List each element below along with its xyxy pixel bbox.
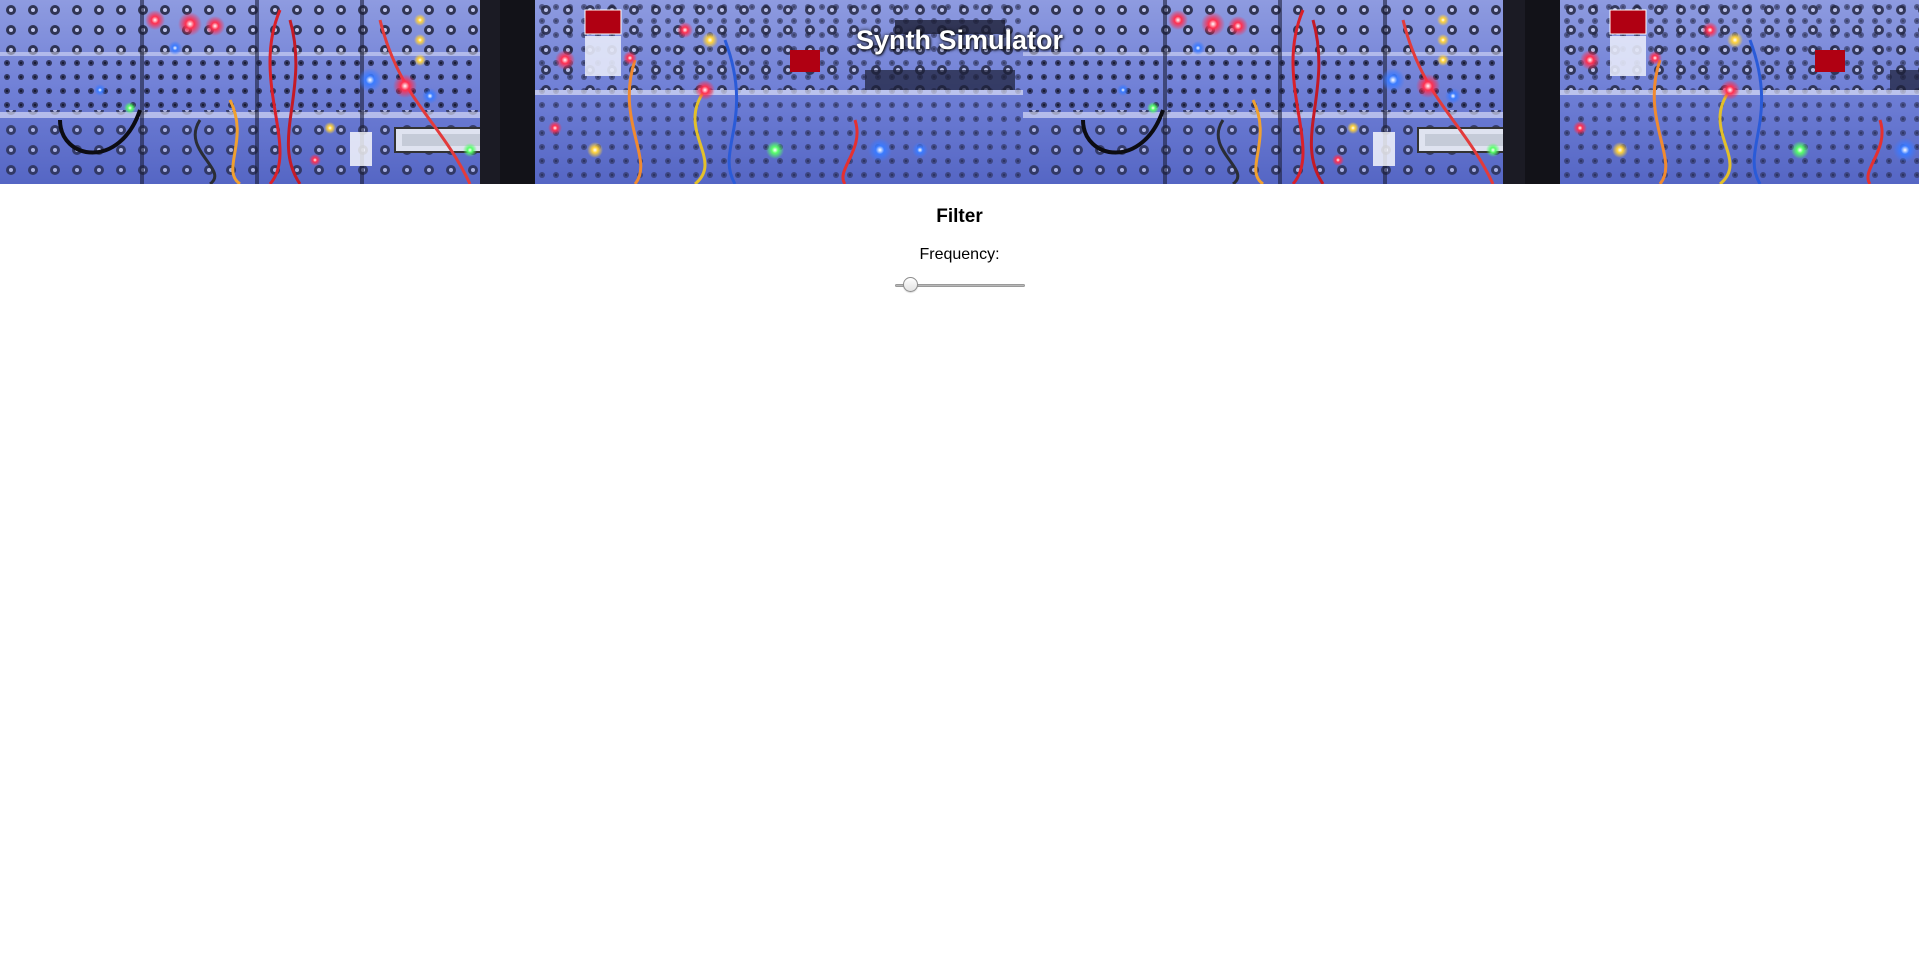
frequency-slider[interactable]	[894, 276, 1025, 294]
frequency-label: Frequency:	[919, 246, 1000, 263]
filter-section: Filter Frequency:	[0, 206, 1919, 294]
filter-heading: Filter	[936, 206, 983, 227]
frequency-slider-container	[0, 276, 1919, 294]
header-banner: Synth Simulator	[0, 0, 1919, 184]
page-title: Synth Simulator	[855, 25, 1064, 55]
frequency-slider-thumb[interactable]	[903, 277, 919, 292]
